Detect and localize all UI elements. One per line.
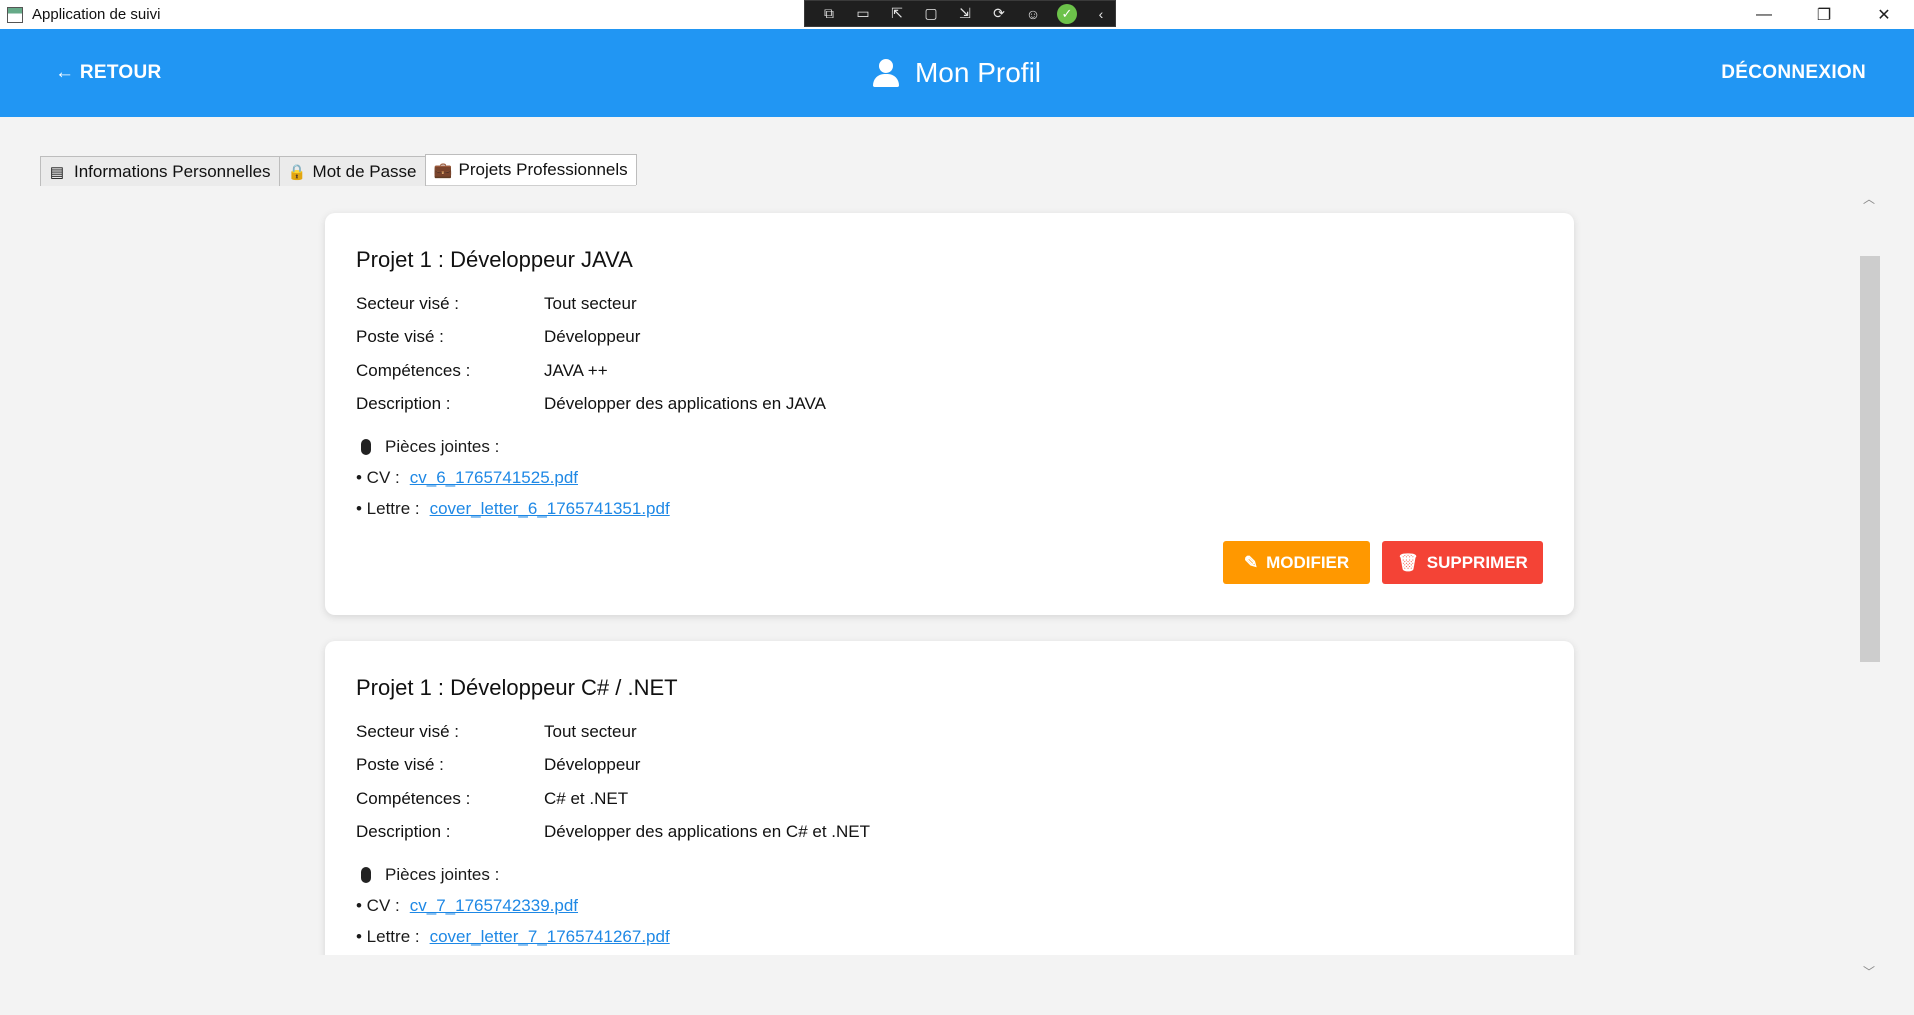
project-title: Projet 1 : Développeur JAVA	[356, 247, 633, 272]
projects-scroll-area[interactable]: Projet 1 : Développeur JAVA Secteur visé…	[0, 190, 1880, 955]
profile-tabs: ▤ Informations Personnelles 🔒 Mot de Pas…	[40, 154, 637, 186]
clipboard-icon: ▤	[49, 163, 65, 181]
pointer-icon[interactable]: ⇱	[887, 5, 907, 22]
app-icon	[7, 6, 23, 23]
field-row: Poste visé : Développeur	[356, 749, 1543, 783]
attachment-cv: • CV : cv_7_1765742339.pdf	[356, 891, 1543, 922]
field-value: Développeur	[544, 327, 641, 347]
field-row: Poste visé : Développeur	[356, 321, 1543, 355]
scrollbar-thumb[interactable]	[1860, 256, 1880, 662]
modify-label: MODIFIER	[1266, 552, 1350, 572]
attachment-letter: • Lettre : cover_letter_7_1765741267.pdf	[356, 922, 1543, 953]
tab-label: Projets Professionnels	[458, 160, 628, 179]
tab-label: Informations Personnelles	[74, 161, 271, 181]
field-row: Compétences : JAVA ++	[356, 354, 1543, 388]
field-row: Compétences : C# et .NET	[356, 782, 1543, 816]
attachments-heading: Pièces jointes :	[356, 431, 1543, 463]
scroll-up-icon[interactable]: ︿	[1861, 190, 1877, 206]
field-row: Secteur visé : Tout secteur	[356, 715, 1543, 749]
debug-toolbar: ⧉ ▭ ⇱ ▢ ⇲ ⟳ ☺ ✓ ‹	[804, 0, 1116, 27]
attachment-cv: • CV : cv_6_1765741525.pdf	[356, 463, 1543, 494]
page-title-text: Mon Profil	[914, 57, 1042, 88]
field-label: Compétences :	[356, 360, 471, 380]
project-card: Projet 1 : Développeur C# / .NET Secteur…	[325, 641, 1574, 955]
field-value: Développeur	[544, 755, 641, 775]
project-card: Projet 1 : Développeur JAVA Secteur visé…	[325, 213, 1574, 615]
logout-button[interactable]: DÉCONNEXION	[1721, 29, 1866, 117]
field-value: Développer des applications en JAVA	[544, 394, 826, 414]
letter-label: • Lettre :	[356, 498, 420, 518]
pencil-icon: ✎	[1243, 552, 1259, 572]
video-icon[interactable]: ▭	[853, 5, 873, 22]
paperclip-icon	[361, 439, 371, 455]
tab-informations-personnelles[interactable]: ▤ Informations Personnelles	[40, 156, 280, 186]
paperclip-icon	[361, 867, 371, 883]
select-element-icon[interactable]: ⧉	[819, 5, 839, 22]
field-row: Secteur visé : Tout secteur	[356, 287, 1543, 321]
close-button[interactable]: ✕	[1854, 0, 1914, 29]
cv-label: • CV :	[356, 468, 400, 488]
briefcase-icon: 💼	[433, 162, 453, 179]
hot-reload-icon[interactable]: ⟳	[989, 5, 1009, 22]
attachment-letter: • Lettre : cover_letter_6_1765741351.pdf	[356, 494, 1543, 525]
delete-label: SUPPRIMER	[1426, 552, 1528, 572]
letter-file-link[interactable]: cover_letter_6_1765741351.pdf	[430, 499, 670, 519]
scroll-down-icon[interactable]: ﹀	[1861, 963, 1877, 979]
tab-projets-professionnels[interactable]: 💼 Projets Professionnels	[424, 154, 637, 185]
field-label: Secteur visé :	[356, 721, 459, 741]
field-label: Description :	[356, 822, 451, 842]
letter-file-link[interactable]: cover_letter_7_1765741267.pdf	[430, 927, 670, 947]
restore-button[interactable]: ❐	[1794, 0, 1854, 29]
tab-label: Mot de Passe	[312, 161, 417, 181]
field-row: Description : Développer des application…	[356, 816, 1543, 850]
window-title: Application de suivi	[32, 6, 161, 23]
check-icon[interactable]: ✓	[1057, 3, 1077, 24]
accessibility-icon[interactable]: ☺	[1023, 6, 1043, 22]
field-value: Tout secteur	[544, 721, 637, 741]
attachments-heading: Pièces jointes :	[356, 859, 1543, 891]
field-label: Secteur visé :	[356, 293, 459, 313]
trash-icon: 🗑	[1397, 552, 1419, 572]
project-actions: ✎ MODIFIER 🗑 SUPPRIMER	[1223, 541, 1543, 584]
cv-label: • CV :	[356, 896, 400, 916]
cv-file-link[interactable]: cv_7_1765742339.pdf	[410, 896, 578, 916]
field-value: Développer des applications en C# et .NE…	[544, 822, 871, 842]
field-value: Tout secteur	[544, 293, 637, 313]
modify-button[interactable]: ✎ MODIFIER	[1223, 541, 1370, 584]
field-value: JAVA ++	[544, 360, 608, 380]
delete-button[interactable]: 🗑 SUPPRIMER	[1382, 541, 1543, 584]
collapse-icon[interactable]: ‹	[1091, 6, 1111, 22]
field-label: Poste visé :	[356, 327, 444, 347]
minimize-button[interactable]: —	[1734, 0, 1794, 29]
letter-label: • Lettre :	[356, 926, 420, 946]
attachments-label: Pièces jointes :	[385, 437, 500, 456]
window-controls: — ❐ ✕	[1734, 0, 1914, 29]
field-row: Description : Développer des application…	[356, 388, 1543, 422]
project-title: Projet 1 : Développeur C# / .NET	[356, 675, 678, 700]
app-header: ← RETOUR Mon Profil DÉCONNEXION	[0, 29, 1914, 117]
adorner-icon[interactable]: ⇲	[955, 5, 975, 22]
frame-icon[interactable]: ▢	[921, 5, 941, 22]
page-title: Mon Profil	[0, 29, 1914, 117]
field-label: Compétences :	[356, 788, 471, 808]
field-label: Poste visé :	[356, 755, 444, 775]
field-value: C# et .NET	[544, 788, 629, 808]
user-icon	[872, 59, 899, 87]
field-label: Description :	[356, 394, 451, 414]
window-title-bar: Application de suivi ⧉ ▭ ⇱ ▢ ⇲ ⟳ ☺ ✓ ‹ —…	[0, 0, 1914, 29]
tab-mot-de-passe[interactable]: 🔒 Mot de Passe	[278, 156, 426, 186]
cv-file-link[interactable]: cv_6_1765741525.pdf	[410, 468, 578, 488]
attachments-label: Pièces jointes :	[385, 865, 500, 884]
lock-icon: 🔒	[287, 163, 307, 181]
